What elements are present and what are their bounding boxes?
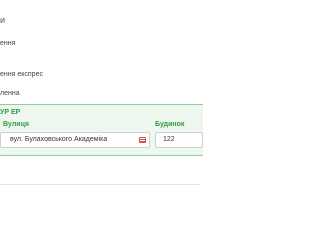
address-block: УР ЕР Вулиця Будинок вул. Булаховського … bbox=[0, 104, 203, 156]
divider bbox=[0, 184, 200, 185]
house-label: Будинок bbox=[155, 121, 185, 128]
house-input[interactable]: 122 bbox=[155, 132, 203, 148]
delivery-form: и ення ення експрес ленна УР ЕР Вулиця Б… bbox=[0, 0, 203, 200]
address-block-title: УР ЕР bbox=[0, 109, 21, 116]
street-label: Вулиця bbox=[3, 121, 29, 128]
street-input-value: вул. Булаховського Академіка bbox=[10, 136, 108, 143]
delivery-option-3[interactable]: ленна bbox=[0, 90, 20, 97]
keyboard-icon[interactable] bbox=[139, 137, 146, 143]
delivery-option-1[interactable]: ення bbox=[0, 40, 15, 47]
section-title: и bbox=[0, 15, 6, 25]
street-input[interactable]: вул. Булаховського Академіка bbox=[0, 132, 150, 148]
delivery-option-express[interactable]: ення експрес bbox=[0, 71, 43, 78]
